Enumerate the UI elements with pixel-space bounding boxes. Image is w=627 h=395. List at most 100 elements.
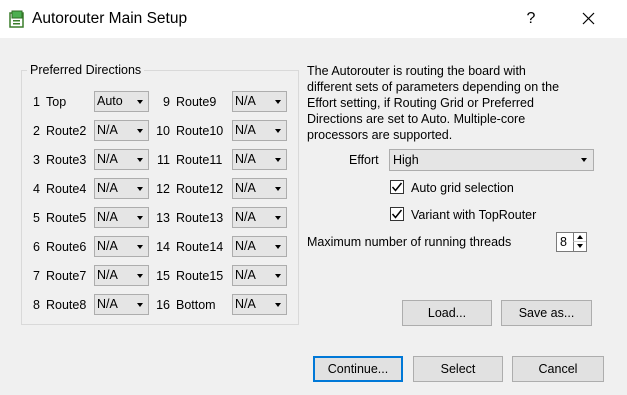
layer-name: Route14 <box>176 240 224 254</box>
direction-value: N/A <box>97 268 118 282</box>
chevron-down-icon <box>275 129 281 133</box>
auto-grid-label[interactable]: Auto grid selection <box>411 181 514 195</box>
direction-select-top[interactable]: Auto <box>94 91 149 112</box>
layer-name: Route12 <box>176 182 224 196</box>
layer-number: 6 <box>33 240 40 254</box>
layer-number: 16 <box>156 298 170 312</box>
layer-name: Route4 <box>46 182 87 196</box>
direction-value: Auto <box>97 94 123 108</box>
max-threads-label: Maximum number of running threads <box>307 235 512 249</box>
save-as-button[interactable]: Save as... <box>501 300 592 326</box>
layer-name: Route6 <box>46 240 87 254</box>
chevron-down-icon <box>275 187 281 191</box>
close-button[interactable] <box>570 0 606 38</box>
cancel-button[interactable]: Cancel <box>512 356 604 382</box>
effort-label: Effort <box>349 153 379 167</box>
layer-name: Route5 <box>46 211 87 225</box>
direction-value: N/A <box>235 152 256 166</box>
direction-select-route5[interactable]: N/A <box>94 207 149 228</box>
chevron-down-icon <box>275 100 281 104</box>
effort-select[interactable]: High <box>389 149 594 171</box>
top-router-label[interactable]: Variant with TopRouter <box>411 208 536 222</box>
max-threads-spinbox[interactable]: 8 <box>556 232 587 252</box>
description-line: Directions are set to Auto. Multiple-cor… <box>307 112 526 126</box>
max-threads-value[interactable]: 8 <box>560 235 567 249</box>
layer-number: 14 <box>156 240 170 254</box>
chevron-down-icon <box>137 129 143 133</box>
direction-value: N/A <box>235 123 256 137</box>
checkmark-icon <box>391 209 403 219</box>
direction-select-route4[interactable]: N/A <box>94 178 149 199</box>
direction-value: N/A <box>97 239 118 253</box>
layer-name: Bottom <box>176 298 216 312</box>
chevron-down-icon <box>275 158 281 162</box>
direction-value: N/A <box>97 210 118 224</box>
spin-up-icon[interactable] <box>573 233 586 242</box>
layer-number: 8 <box>33 298 40 312</box>
direction-select-route13[interactable]: N/A <box>232 207 287 228</box>
direction-select-route15[interactable]: N/A <box>232 265 287 286</box>
direction-select-route7[interactable]: N/A <box>94 265 149 286</box>
continue-button[interactable]: Continue... <box>313 356 403 382</box>
direction-value: N/A <box>235 239 256 253</box>
direction-value: N/A <box>235 94 256 108</box>
select-button[interactable]: Select <box>413 356 503 382</box>
direction-select-route9[interactable]: N/A <box>232 91 287 112</box>
top-router-checkbox[interactable] <box>390 207 404 221</box>
layer-number: 15 <box>156 269 170 283</box>
load-button[interactable]: Load... <box>402 300 492 326</box>
layer-name: Route3 <box>46 153 87 167</box>
layer-number: 3 <box>33 153 40 167</box>
layer-name: Route13 <box>176 211 224 225</box>
layer-number: 5 <box>33 211 40 225</box>
layer-name: Route8 <box>46 298 87 312</box>
layer-name: Route2 <box>46 124 87 138</box>
preferred-directions-label: Preferred Directions <box>27 63 145 77</box>
layer-number: 1 <box>33 95 40 109</box>
chevron-down-icon <box>275 216 281 220</box>
layer-name: Top <box>46 95 67 109</box>
auto-grid-checkbox[interactable] <box>390 180 404 194</box>
direction-select-route8[interactable]: N/A <box>94 294 149 315</box>
layer-number: 4 <box>33 182 40 196</box>
layer-number: 10 <box>156 124 170 138</box>
direction-value: N/A <box>235 268 256 282</box>
window-title: Autorouter Main Setup <box>32 10 188 27</box>
help-button[interactable]: ? <box>515 0 547 38</box>
chevron-down-icon <box>275 303 281 307</box>
direction-select-bottom[interactable]: N/A <box>232 294 287 315</box>
description-line: processors are supported. <box>307 128 453 142</box>
direction-select-route11[interactable]: N/A <box>232 149 287 170</box>
direction-value: N/A <box>235 297 256 311</box>
checkmark-icon <box>391 182 403 192</box>
direction-select-route2[interactable]: N/A <box>94 120 149 141</box>
eagle-app-icon <box>9 10 24 28</box>
description-text: The Autorouter is routing the board with… <box>307 63 592 143</box>
direction-select-route14[interactable]: N/A <box>232 236 287 257</box>
direction-select-route12[interactable]: N/A <box>232 178 287 199</box>
direction-select-route6[interactable]: N/A <box>94 236 149 257</box>
close-icon <box>582 12 595 25</box>
direction-select-route3[interactable]: N/A <box>94 149 149 170</box>
chevron-down-icon <box>275 245 281 249</box>
layer-name: Route11 <box>176 153 223 167</box>
chevron-down-icon <box>137 245 143 249</box>
direction-value: N/A <box>97 181 118 195</box>
spin-down-icon[interactable] <box>573 242 586 251</box>
description-line: different sets of parameters depending o… <box>307 80 560 94</box>
layer-name: Route7 <box>46 269 87 283</box>
chevron-down-icon <box>137 216 143 220</box>
direction-value: N/A <box>235 210 256 224</box>
description-line: Effort setting, if Routing Grid or Prefe… <box>307 96 534 110</box>
layer-number: 13 <box>156 211 170 225</box>
direction-select-route10[interactable]: N/A <box>232 120 287 141</box>
layer-name: Route15 <box>176 269 224 283</box>
direction-value: N/A <box>235 181 256 195</box>
layer-number: 9 <box>163 95 170 109</box>
effort-value: High <box>393 153 419 167</box>
description-line: The Autorouter is routing the board with <box>307 64 526 78</box>
layer-number: 12 <box>156 182 170 196</box>
chevron-down-icon <box>137 274 143 278</box>
chevron-down-icon <box>137 187 143 191</box>
chevron-down-icon <box>581 158 587 162</box>
